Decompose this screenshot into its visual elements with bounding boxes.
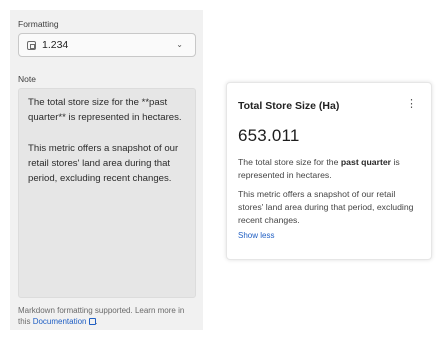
card-description-2: This metric offers a snapshot of our ret… (238, 189, 414, 225)
note-textarea[interactable]: The total store size for the **past quar… (18, 88, 196, 298)
helper-suffix: . (95, 317, 98, 326)
card-title: Total Store Size (Ha) (238, 100, 340, 112)
number-format-icon (27, 40, 36, 50)
note-paragraph-2: This metric offers a snapshot of our ret… (28, 142, 179, 185)
bold-text: past quarter (340, 157, 392, 167)
metric-card: Total Store Size (Ha) ⋮ 653.011 The tota… (226, 82, 432, 260)
settings-panel: Formatting 1.234 ⌄ Note The total store … (10, 10, 203, 330)
note-label: Note (18, 74, 36, 84)
note-paragraph-1: The total store size for the **past quar… (28, 97, 182, 124)
formatting-label: Formatting (18, 19, 59, 29)
markdown-helper-text: Markdown formatting supported. Learn mor… (18, 305, 198, 327)
chevron-down-icon: ⌄ (176, 40, 183, 49)
show-less-link[interactable]: Show less (238, 231, 420, 240)
card-description-1: The total store size for the past quarte… (238, 157, 400, 180)
documentation-link[interactable]: Documentation (33, 317, 96, 326)
metric-value: 653.011 (238, 126, 300, 145)
formatting-value: 1.234 (42, 39, 69, 51)
external-link-icon (88, 318, 96, 325)
kebab-menu-icon[interactable]: ⋮ (406, 99, 417, 110)
formatting-select[interactable]: 1.234 ⌄ (18, 33, 196, 57)
